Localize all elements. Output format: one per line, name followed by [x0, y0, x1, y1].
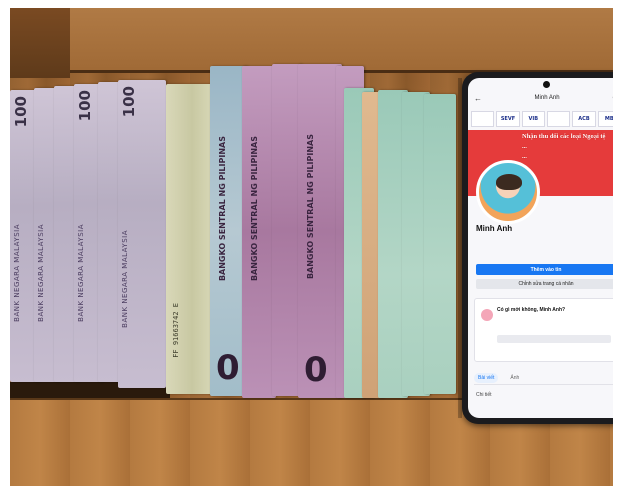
myr-bank-text: BANK NEGARA MALAYSIA	[37, 224, 45, 322]
whats-new-button[interactable]	[497, 335, 611, 343]
smartphone: ← Minh Anh ⚲ SEVF VIB ACB MB Nhận thu đổ…	[462, 72, 613, 424]
whats-new-title: Có gì mới không, Minh Anh?	[497, 307, 566, 313]
profile-avatar[interactable]	[476, 160, 540, 224]
ad-tile[interactable]: VIB	[521, 111, 545, 127]
edit-profile-button[interactable]: Chỉnh sửa trang cá nhân	[476, 279, 613, 289]
wooden-plank-top	[70, 8, 613, 73]
phone-screen: ← Minh Anh ⚲ SEVF VIB ACB MB Nhận thu đổ…	[468, 78, 613, 418]
ad-tile[interactable]: SEVF	[496, 111, 520, 127]
php-denomination-zero: 0	[216, 348, 240, 388]
cover-text-line: ...	[522, 143, 527, 150]
myr-denomination: 100	[12, 96, 30, 128]
avatar-icon	[481, 309, 493, 321]
details-label: Chi tiết	[476, 392, 492, 398]
cover-text-line: Nhận thu đổi các loại Ngoại tệ	[522, 133, 606, 140]
myr-bank-text: BANK NEGARA MALAYSIA	[77, 224, 85, 322]
myr-denomination: 100	[76, 90, 94, 122]
tab-posts[interactable]: Bài viết	[474, 373, 499, 383]
facebook-topbar: ← Minh Anh ⚲	[468, 90, 613, 106]
myr-bank-text: BANK NEGARA MALAYSIA	[13, 224, 21, 322]
php-banknote: BANGKO SENTRAL NG PILIPINAS	[242, 66, 276, 398]
wooden-plank-left	[10, 8, 70, 78]
front-camera	[543, 81, 550, 88]
ad-tile[interactable]: MB	[597, 111, 613, 127]
avatar-detail	[496, 174, 522, 190]
cover-text-line: ...	[522, 153, 527, 160]
search-icon[interactable]: ⚲	[612, 94, 613, 103]
topbar-title: Minh Anh	[534, 95, 560, 101]
ad-tile[interactable]	[546, 111, 571, 127]
ad-tile[interactable]: ACB	[572, 111, 596, 127]
profile-name: Minh Anh	[476, 224, 513, 233]
ad-tile[interactable]	[471, 111, 495, 127]
myr-banknote: 100 BANK NEGARA MALAYSIA	[118, 80, 166, 388]
vnd-banknote	[424, 94, 456, 394]
cover-text: Nhận thu đổi các loại Ngoại tệ ... ... .…	[522, 132, 613, 182]
myr-denomination: 100	[120, 86, 138, 118]
add-to-story-button[interactable]: Thêm vào tin	[476, 264, 613, 275]
usd-serial-number: FF 91663742 E	[172, 303, 180, 358]
tab-photos[interactable]: Ảnh	[506, 373, 523, 383]
php-bank-text: BANGKO SENTRAL NG PILIPINAS	[306, 134, 315, 280]
cover-text-line: ...	[522, 162, 613, 172]
php-bank-text: BANGKO SENTRAL NG PILIPINAS	[250, 136, 259, 282]
profile-tabs: Bài viết Ảnh	[474, 372, 613, 385]
php-denomination-zero: 0	[304, 350, 328, 390]
ad-strip: SEVF VIB ACB MB	[471, 110, 613, 128]
myr-bank-text: BANK NEGARA MALAYSIA	[121, 230, 129, 328]
php-bank-text: BANGKO SENTRAL NG PILIPINAS	[218, 136, 227, 282]
money-photo: 100 BANK NEGARA MALAYSIA BANK NEGARA MAL…	[10, 8, 613, 486]
back-arrow-icon[interactable]: ←	[474, 94, 482, 103]
whats-new-card: Có gì mới không, Minh Anh?	[474, 298, 613, 362]
